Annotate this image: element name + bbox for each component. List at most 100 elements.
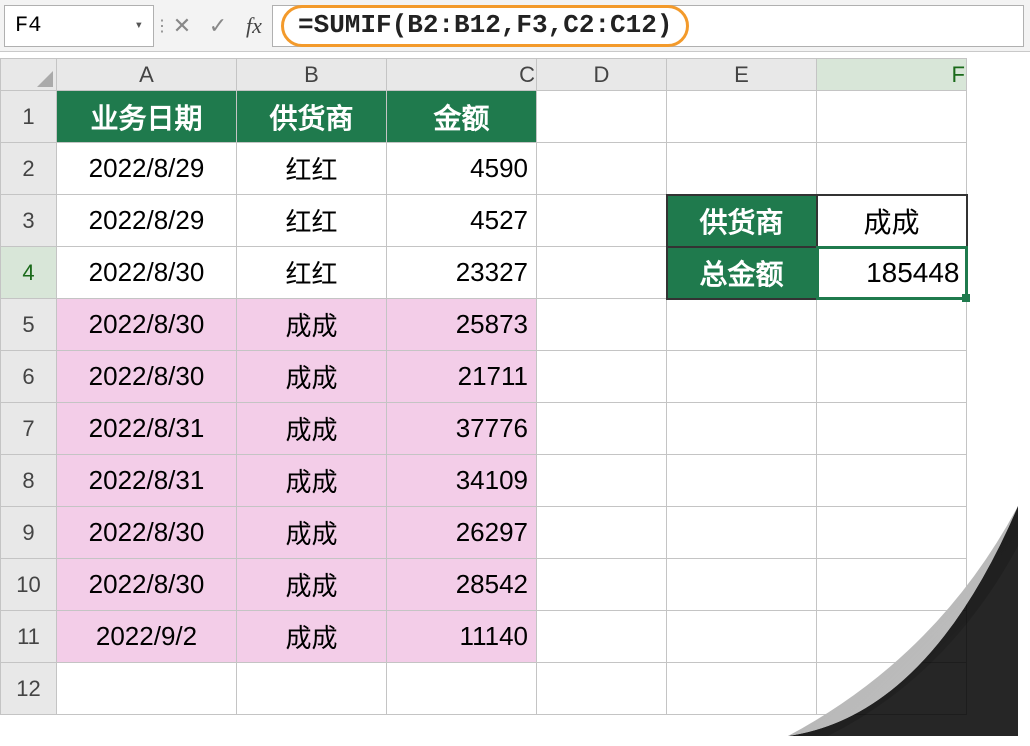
cell-F2[interactable] <box>817 143 967 195</box>
row-header-12[interactable]: 12 <box>1 663 57 715</box>
cell-C10[interactable]: 28542 <box>387 559 537 611</box>
cell-F7[interactable] <box>817 403 967 455</box>
cell-C8[interactable]: 34109 <box>387 455 537 507</box>
row-header-5[interactable]: 5 <box>1 299 57 351</box>
cell-F6[interactable] <box>817 351 967 403</box>
cell-E1[interactable] <box>667 91 817 143</box>
row-header-11[interactable]: 11 <box>1 611 57 663</box>
cell-F10[interactable] <box>817 559 967 611</box>
row-header-3[interactable]: 3 <box>1 195 57 247</box>
cell-B10[interactable]: 成成 <box>237 559 387 611</box>
chevron-down-icon[interactable]: ▾ <box>135 17 143 34</box>
name-box[interactable]: F4 ▾ <box>4 5 154 47</box>
cell-A11[interactable]: 2022/9/2 <box>57 611 237 663</box>
cell-B8[interactable]: 成成 <box>237 455 387 507</box>
summary-total-label[interactable]: 总金额 <box>667 247 817 299</box>
cell-A3[interactable]: 2022/8/29 <box>57 195 237 247</box>
summary-total-value[interactable]: 185448 <box>817 247 967 299</box>
cell-A5[interactable]: 2022/8/30 <box>57 299 237 351</box>
cancel-icon[interactable]: ✕ <box>164 5 200 47</box>
cell-F1[interactable] <box>817 91 967 143</box>
header-supplier[interactable]: 供货商 <box>237 91 387 143</box>
summary-supplier-label[interactable]: 供货商 <box>667 195 817 247</box>
cell-B3[interactable]: 红红 <box>237 195 387 247</box>
col-header-D[interactable]: D <box>537 59 667 91</box>
cell-A10[interactable]: 2022/8/30 <box>57 559 237 611</box>
formula-text: =SUMIF(B2:B12,F3,C2:C12) <box>281 5 689 47</box>
cell-A12[interactable] <box>57 663 237 715</box>
cell-E11[interactable] <box>667 611 817 663</box>
cell-B7[interactable]: 成成 <box>237 403 387 455</box>
row-header-7[interactable]: 7 <box>1 403 57 455</box>
cell-D7[interactable] <box>537 403 667 455</box>
cell-C6[interactable]: 21711 <box>387 351 537 403</box>
spreadsheet-grid[interactable]: A B C D E F 1 业务日期 供货商 金额 22022/8/29红红45… <box>0 58 1030 715</box>
cell-D2[interactable] <box>537 143 667 195</box>
cell-D12[interactable] <box>537 663 667 715</box>
row-header-9[interactable]: 9 <box>1 507 57 559</box>
cell-C9[interactable]: 26297 <box>387 507 537 559</box>
row-header-6[interactable]: 6 <box>1 351 57 403</box>
cell-D4[interactable] <box>537 247 667 299</box>
cell-F11[interactable] <box>817 611 967 663</box>
col-header-E[interactable]: E <box>667 59 817 91</box>
cell-A8[interactable]: 2022/8/31 <box>57 455 237 507</box>
cell-B6[interactable]: 成成 <box>237 351 387 403</box>
cell-A7[interactable]: 2022/8/31 <box>57 403 237 455</box>
cell-E6[interactable] <box>667 351 817 403</box>
row-header-1[interactable]: 1 <box>1 91 57 143</box>
cell-A2[interactable]: 2022/8/29 <box>57 143 237 195</box>
cell-C11[interactable]: 11140 <box>387 611 537 663</box>
header-amount[interactable]: 金额 <box>387 91 537 143</box>
col-header-A[interactable]: A <box>57 59 237 91</box>
cell-A9[interactable]: 2022/8/30 <box>57 507 237 559</box>
cell-F8[interactable] <box>817 455 967 507</box>
cell-F12[interactable] <box>817 663 967 715</box>
confirm-icon[interactable]: ✓ <box>200 5 236 47</box>
cell-D9[interactable] <box>537 507 667 559</box>
header-date[interactable]: 业务日期 <box>57 91 237 143</box>
cell-D11[interactable] <box>537 611 667 663</box>
cell-D6[interactable] <box>537 351 667 403</box>
cell-E7[interactable] <box>667 403 817 455</box>
cell-B11[interactable]: 成成 <box>237 611 387 663</box>
row-header-2[interactable]: 2 <box>1 143 57 195</box>
cell-C12[interactable] <box>387 663 537 715</box>
cell-C7[interactable]: 37776 <box>387 403 537 455</box>
cell-B5[interactable]: 成成 <box>237 299 387 351</box>
select-all-corner[interactable] <box>1 59 57 91</box>
cell-D8[interactable] <box>537 455 667 507</box>
cell-B4[interactable]: 红红 <box>237 247 387 299</box>
cell-C5[interactable]: 25873 <box>387 299 537 351</box>
cell-C4[interactable]: 23327 <box>387 247 537 299</box>
summary-supplier-value[interactable]: 成成 <box>817 195 967 247</box>
col-header-C[interactable]: C <box>387 59 537 91</box>
cell-E10[interactable] <box>667 559 817 611</box>
row-header-4[interactable]: 4 <box>1 247 57 299</box>
row-header-8[interactable]: 8 <box>1 455 57 507</box>
cell-B2[interactable]: 红红 <box>237 143 387 195</box>
cell-B12[interactable] <box>237 663 387 715</box>
cell-C2[interactable]: 4590 <box>387 143 537 195</box>
table-row: 82022/8/31成成34109 <box>1 455 967 507</box>
col-header-F[interactable]: F <box>817 59 967 91</box>
cell-D3[interactable] <box>537 195 667 247</box>
col-header-B[interactable]: B <box>237 59 387 91</box>
cell-E8[interactable] <box>667 455 817 507</box>
cell-D10[interactable] <box>537 559 667 611</box>
cell-E12[interactable] <box>667 663 817 715</box>
cell-D5[interactable] <box>537 299 667 351</box>
cell-B9[interactable]: 成成 <box>237 507 387 559</box>
cell-D1[interactable] <box>537 91 667 143</box>
cell-A6[interactable]: 2022/8/30 <box>57 351 237 403</box>
cell-F5[interactable] <box>817 299 967 351</box>
cell-F9[interactable] <box>817 507 967 559</box>
cell-E2[interactable] <box>667 143 817 195</box>
row-header-10[interactable]: 10 <box>1 559 57 611</box>
fx-icon[interactable]: fx <box>236 5 272 47</box>
cell-A4[interactable]: 2022/8/30 <box>57 247 237 299</box>
cell-C3[interactable]: 4527 <box>387 195 537 247</box>
formula-input[interactable]: =SUMIF(B2:B12,F3,C2:C12) <box>272 5 1024 47</box>
cell-E5[interactable] <box>667 299 817 351</box>
cell-E9[interactable] <box>667 507 817 559</box>
